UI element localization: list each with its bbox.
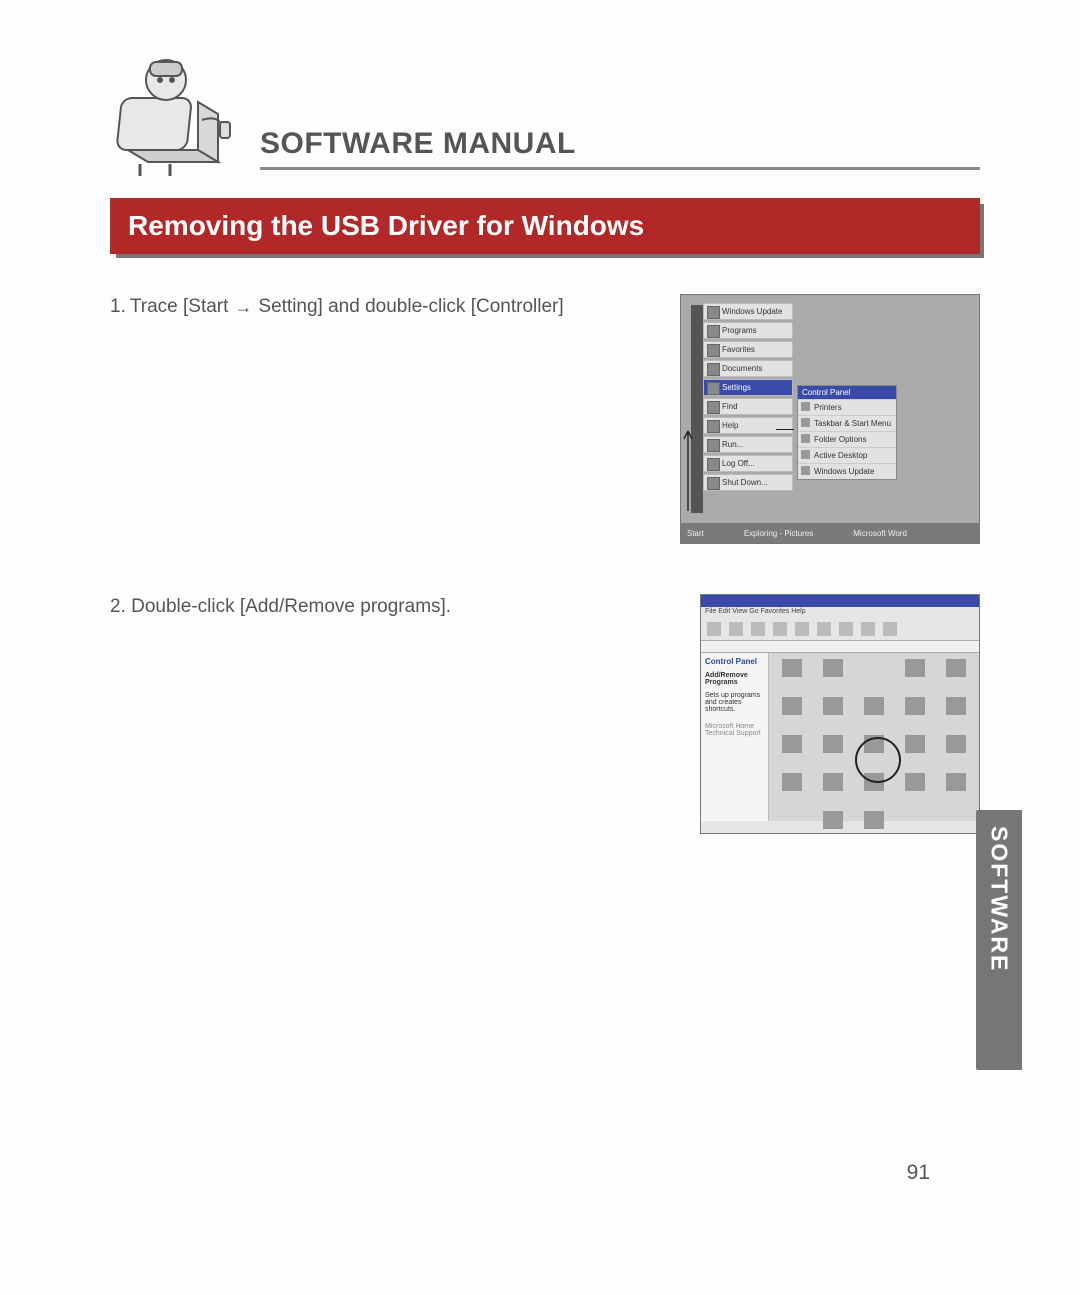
cp-side-title: Control Panel bbox=[705, 657, 764, 666]
submenu-item: Taskbar & Start Menu bbox=[798, 415, 896, 431]
menu-item: Documents bbox=[703, 360, 793, 377]
menu-item: Shut Down... bbox=[703, 474, 793, 491]
taskbar: Start Exploring - Pictures Microsoft Wor… bbox=[681, 523, 979, 543]
menu-item: Favorites bbox=[703, 341, 793, 358]
section-title: Removing the USB Driver for Windows bbox=[128, 210, 644, 242]
step-2-content: 2. Double-click [Add/Remove programs]. bbox=[110, 594, 451, 621]
submenu-header: Control Panel bbox=[798, 386, 896, 399]
step-1-text: 1. Trace [Start → Setting] and double-cl… bbox=[110, 294, 650, 321]
submenu: Control Panel Printers Taskbar & Start M… bbox=[797, 385, 897, 480]
menu-item: Windows Update bbox=[703, 303, 793, 320]
menu-item-settings: Settings bbox=[703, 379, 793, 396]
step-1-number: 1. bbox=[110, 294, 126, 321]
cp-menu: File Edit View Go Favorites Help bbox=[701, 607, 979, 619]
highlight-circle-icon bbox=[855, 737, 901, 783]
title-rule bbox=[260, 167, 980, 170]
step-1-part-b: Setting] and double-click [Controller] bbox=[258, 294, 563, 321]
cp-sidebar: Control Panel Add/Remove Programs Sets u… bbox=[701, 653, 769, 821]
page-number: 91 bbox=[907, 1161, 930, 1185]
arrow-right-icon: → bbox=[232, 295, 254, 320]
cp-side-text: Sets up programs and creates shortcuts. bbox=[705, 692, 764, 713]
screenshot-control-panel: File Edit View Go Favorites Help Control… bbox=[700, 594, 980, 834]
side-tab-software: SOFTWARE bbox=[976, 810, 1022, 1070]
menu-item: Programs bbox=[703, 322, 793, 339]
taskbar-item: Microsoft Word bbox=[853, 529, 907, 538]
submenu-item: Windows Update bbox=[798, 463, 896, 479]
menu-item: Run... bbox=[703, 436, 793, 453]
submenu-item: Printers bbox=[798, 399, 896, 415]
cp-side-text: Microsoft Home Technical Support bbox=[705, 723, 764, 737]
menu-item: Log Off... bbox=[703, 455, 793, 472]
submenu-item: Active Desktop bbox=[798, 447, 896, 463]
menu-item: Find bbox=[703, 398, 793, 415]
screenshot-start-menu: Windows Update Programs Favorites Docume… bbox=[680, 294, 980, 544]
section-title-bar: Removing the USB Driver for Windows bbox=[110, 198, 980, 254]
cp-side-text: Add/Remove Programs bbox=[705, 672, 764, 686]
menu-item: Help bbox=[703, 417, 793, 434]
manual-title: SOFTWARE MANUAL bbox=[260, 127, 980, 161]
taskbar-start: Start bbox=[687, 529, 704, 538]
submenu-item: Folder Options bbox=[798, 431, 896, 447]
step-1-part-a: Trace [Start bbox=[130, 294, 229, 321]
mascot-icon bbox=[110, 40, 240, 180]
step-2-text: 2. Double-click [Add/Remove programs]. bbox=[110, 594, 670, 621]
taskbar-item: Exploring - Pictures bbox=[744, 529, 813, 538]
